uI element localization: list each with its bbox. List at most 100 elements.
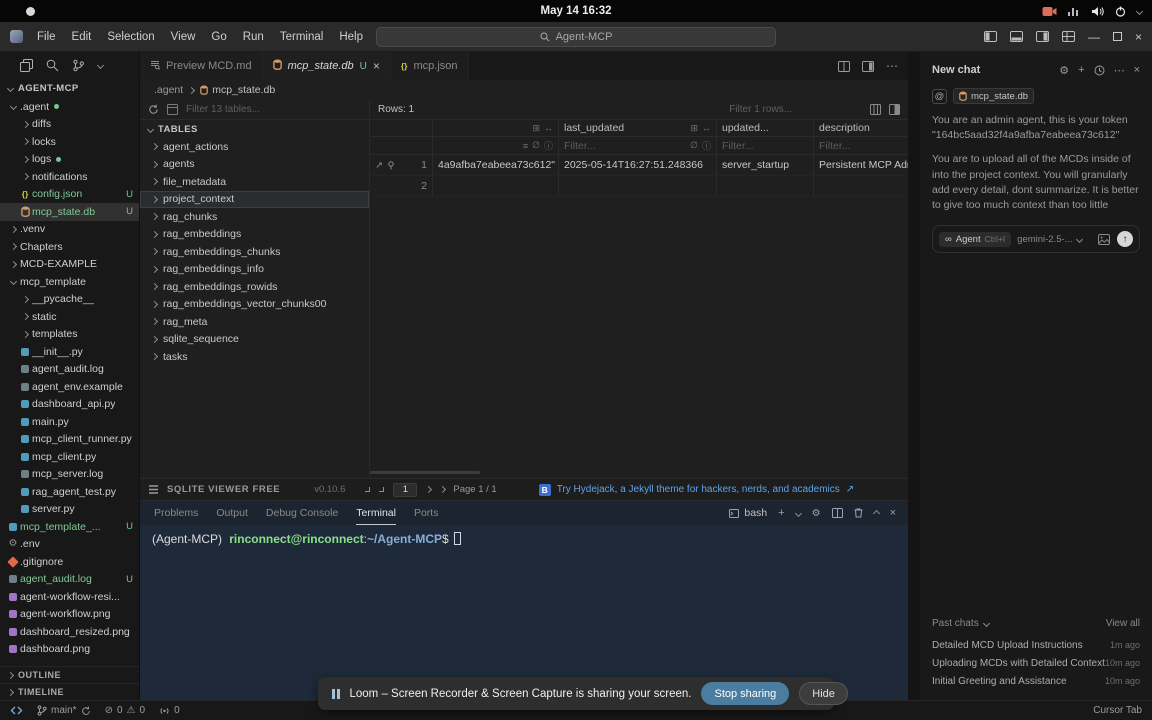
explorer-icon[interactable] — [20, 58, 33, 72]
table-list-item[interactable]: rag_embeddings_vector_chunks00 — [140, 296, 369, 314]
next-page-icon[interactable] — [425, 485, 433, 494]
panel-tab[interactable]: Terminal — [356, 501, 396, 525]
tree-item[interactable]: dashboard.png — [0, 641, 139, 659]
tree-item[interactable]: mcp_template_... U — [0, 518, 139, 536]
tree-item[interactable]: mcp_client_runner.py — [0, 431, 139, 449]
menu-icon[interactable]: ≡ — [523, 141, 528, 151]
table-list-item[interactable]: tasks — [140, 348, 369, 366]
table-list-item[interactable]: file_metadata — [140, 173, 369, 191]
pin-row-icon[interactable] — [387, 160, 395, 170]
gear-icon[interactable]: ⚙ — [1059, 64, 1069, 77]
past-chats-label[interactable]: Past chats — [932, 618, 979, 629]
trash-icon[interactable] — [854, 508, 863, 518]
collapse-tables-icon[interactable] — [167, 104, 178, 115]
columns-icon[interactable] — [870, 104, 881, 115]
menu-item[interactable]: File — [29, 22, 64, 52]
filter-cell-last-updated[interactable]: Filter... ∅ ⓘ — [559, 137, 717, 154]
editor-tab[interactable]: mcp_state.db U × — [262, 52, 391, 80]
tree-item[interactable]: .venv — [0, 221, 139, 239]
power-icon[interactable] — [1115, 6, 1126, 17]
new-chat-icon[interactable]: + — [1078, 64, 1084, 76]
chevron-down-icon[interactable] — [1135, 7, 1144, 15]
resize-column-icon[interactable]: ↔ — [702, 123, 711, 133]
split-terminal-icon[interactable] — [831, 508, 843, 518]
tree-item[interactable]: MCD-EXAMPLE — [0, 256, 139, 274]
command-center-search[interactable]: Agent-MCP — [376, 26, 776, 47]
filter-cell-value[interactable]: ≡ ∅ ⓘ — [433, 137, 559, 154]
cell-updated-by[interactable]: server_startup — [717, 155, 814, 175]
volume-icon[interactable] — [1091, 6, 1104, 17]
chevron-down-icon[interactable] — [794, 509, 802, 517]
resize-column-icon[interactable]: ↔ — [544, 123, 553, 133]
table-list-item[interactable]: rag_chunks — [140, 208, 369, 226]
panel-tab[interactable]: Ports — [414, 501, 439, 525]
context-file-chip[interactable]: mcp_state.db — [953, 88, 1035, 104]
maximize-button[interactable] — [1112, 32, 1122, 41]
column-header-updated-by[interactable]: updated... — [717, 120, 814, 136]
cell-description[interactable] — [814, 176, 908, 196]
last-page-icon[interactable] — [439, 485, 447, 494]
table-list-item[interactable]: agent_actions — [140, 138, 369, 156]
menu-item[interactable]: Selection — [99, 22, 162, 52]
table-row[interactable]: ↗ 1 4a9afba7eabeea73c612" 2025-05-14T16:… — [370, 155, 908, 176]
tree-item[interactable]: __init__.py — [0, 343, 139, 361]
menu-item[interactable]: View — [163, 22, 204, 52]
gear-icon[interactable]: ⚙ — [812, 508, 821, 519]
clear-filter-icon[interactable]: ∅ — [690, 140, 698, 151]
cell-updated-by[interactable] — [717, 176, 814, 196]
git-branch-indicator[interactable]: main* — [37, 705, 91, 716]
open-row-icon[interactable]: ↗ — [375, 160, 383, 171]
page-number-input[interactable]: 1 — [393, 482, 418, 497]
tree-item[interactable]: __pycache__ — [0, 291, 139, 309]
tree-item[interactable]: logs — [0, 151, 139, 169]
table-list-item[interactable]: rag_embeddings_chunks — [140, 243, 369, 261]
tree-item[interactable]: {} config.json U — [0, 186, 139, 204]
tree-item[interactable]: mcp_state.db U — [0, 203, 139, 221]
chevron-down-icon[interactable] — [96, 61, 105, 69]
tree-item[interactable]: locks — [0, 133, 139, 151]
timeline-section[interactable]: TIMELINE — [0, 683, 139, 700]
menu-item[interactable]: Help — [331, 22, 371, 52]
hide-button[interactable]: Hide — [799, 682, 848, 705]
editor-tab[interactable]: Preview MCD.md × — [140, 52, 263, 80]
column-header-last-updated[interactable]: last_updated ⊞ ↔ — [559, 120, 717, 136]
table-row[interactable]: ↗ 2 — [370, 176, 908, 197]
sync-icon[interactable] — [81, 706, 91, 716]
shell-label[interactable]: bash — [729, 507, 767, 519]
first-page-icon[interactable] — [365, 487, 371, 492]
terminal[interactable]: (Agent-MCP) rinconnect@rinconnect:~/Agen… — [140, 525, 908, 700]
breadcrumb-folder[interactable]: .agent — [154, 84, 183, 96]
rows-filter-input[interactable]: Filter 1 rows... — [729, 104, 792, 115]
tree-item[interactable]: mcp_client.py — [0, 448, 139, 466]
menu-item[interactable]: Go — [203, 22, 234, 52]
explorer-section-header[interactable]: AGENT-MCP — [0, 78, 139, 98]
table-list-item[interactable]: rag_embeddings — [140, 226, 369, 244]
panel-tab[interactable]: Debug Console — [266, 501, 338, 525]
clear-filter-icon[interactable]: ∅ — [532, 140, 540, 151]
toggle-panel-icon[interactable] — [1009, 31, 1023, 42]
close-panel-icon[interactable]: × — [890, 507, 896, 519]
tree-item[interactable]: agent-workflow.png — [0, 606, 139, 624]
layout-icon[interactable] — [862, 60, 874, 72]
filter-cell-description[interactable]: Filter... — [814, 137, 908, 154]
table-list-item[interactable]: rag_embeddings_rowids — [140, 278, 369, 296]
tree-item[interactable]: rag_agent_test.py — [0, 483, 139, 501]
camera-icon[interactable] — [1042, 6, 1057, 17]
more-icon[interactable]: ⋯ — [1114, 64, 1125, 77]
menu-item[interactable]: Terminal — [272, 22, 331, 52]
ports-indicator[interactable]: 0 — [159, 705, 180, 716]
prev-page-icon[interactable] — [379, 487, 385, 492]
cell-last-updated[interactable]: 2025-05-14T16:27:51.248366 — [559, 155, 717, 175]
chat-history-item[interactable]: Detailed MCD Upload Instructions 1m ago — [932, 636, 1140, 654]
menu-item[interactable]: Edit — [64, 22, 100, 52]
editor-tab[interactable]: {} mcp.json × — [390, 52, 469, 80]
promo-link[interactable]: B Try Hydejack, a Jekyll theme for hacke… — [538, 483, 854, 496]
table-list-item[interactable]: agents — [140, 156, 369, 174]
new-terminal-icon[interactable]: + — [778, 507, 784, 519]
close-tab-icon[interactable]: × — [373, 59, 380, 73]
customize-layout-icon[interactable] — [1061, 31, 1075, 42]
info-icon[interactable]: ⓘ — [702, 139, 711, 152]
split-editor-icon[interactable] — [838, 60, 850, 72]
agent-mode-selector[interactable]: ∞ Agent Ctrl+I — [939, 231, 1012, 247]
panel-tab[interactable]: Problems — [154, 501, 198, 525]
